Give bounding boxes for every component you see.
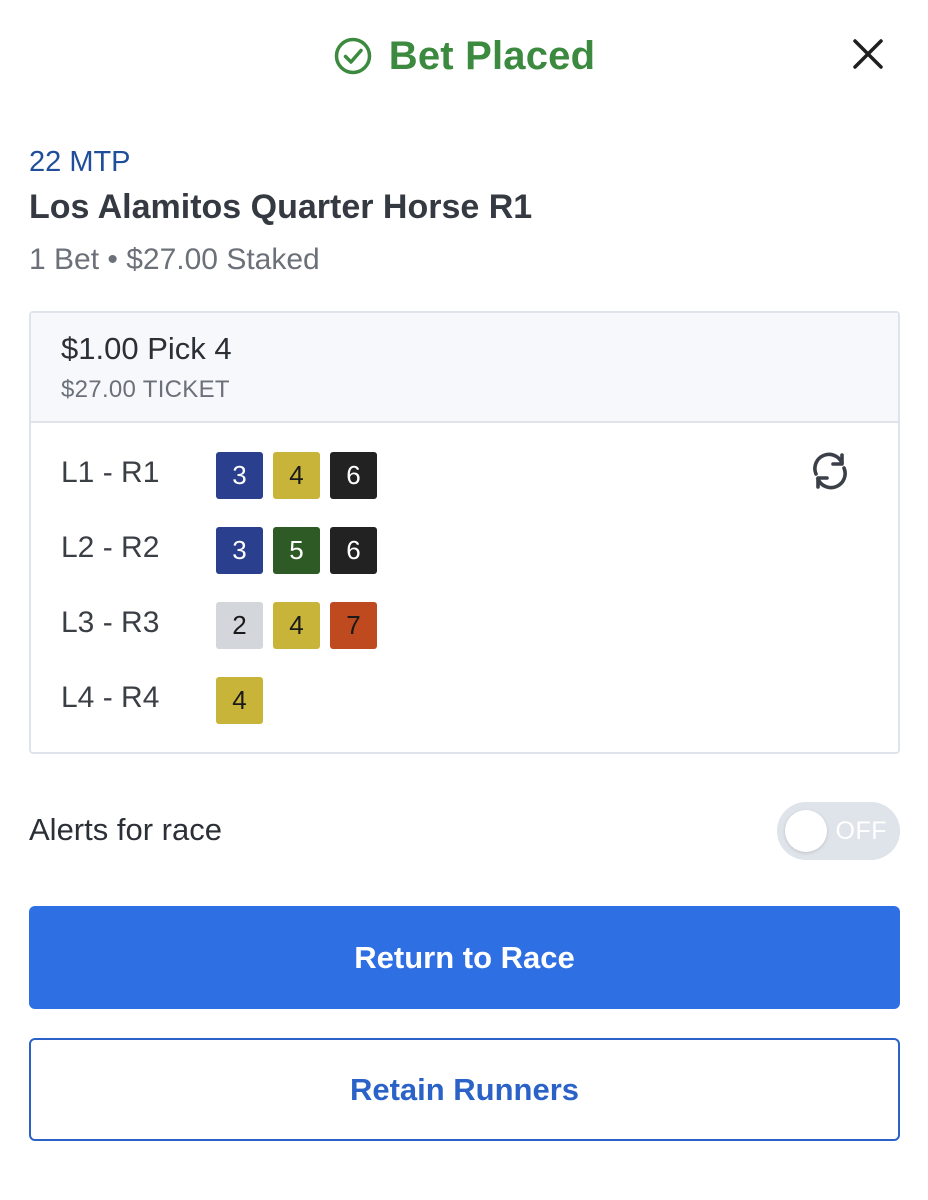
bet-confirmation-sheet: Bet Placed 22 MTP Los Alamitos Quarter H…	[0, 0, 928, 1200]
leg-runners: 2 4 7	[216, 602, 377, 649]
toggle-state-label: OFF	[835, 817, 887, 845]
close-button[interactable]	[848, 36, 888, 76]
leg-label: L3 - R3	[61, 606, 160, 639]
leg-runners: 3 5 6	[216, 527, 377, 574]
leg-label: L4 - R4	[61, 681, 160, 714]
runner-badge: 7	[330, 602, 377, 649]
leg-row-4: L4 - R4 4	[31, 677, 898, 725]
bet-card-header: $1.00 Pick 4 $27.00 TICKET	[31, 313, 898, 423]
close-icon	[851, 37, 885, 76]
header: Bet Placed	[0, 24, 928, 88]
retain-runners-button[interactable]: Retain Runners	[29, 1038, 900, 1141]
ticket-cost: $27.00 TICKET	[61, 376, 230, 403]
runner-badge: 2	[216, 602, 263, 649]
leg-label: L1 - R1	[61, 456, 160, 489]
runner-badge: 4	[216, 677, 263, 724]
race-name: Los Alamitos Quarter Horse R1	[29, 188, 533, 226]
bet-type: $1.00 Pick 4	[61, 331, 232, 366]
leg-label: L2 - R2	[61, 531, 160, 564]
alerts-toggle[interactable]: OFF	[777, 802, 900, 860]
runner-badge: 6	[330, 527, 377, 574]
page-title: Bet Placed	[388, 33, 596, 78]
leg-runners: 4	[216, 677, 263, 724]
runner-badge: 4	[273, 602, 320, 649]
leg-runners: 3 4 6	[216, 452, 377, 499]
return-to-race-button[interactable]: Return to Race	[29, 906, 900, 1009]
runner-badge: 5	[273, 527, 320, 574]
alerts-label: Alerts for race	[29, 812, 222, 847]
check-circle-icon	[333, 36, 373, 76]
leg-row-2: L2 - R2 3 5 6	[31, 527, 898, 575]
leg-row-3: L3 - R3 2 4 7	[31, 602, 898, 650]
minutes-to-post: 22 MTP	[29, 146, 131, 178]
bet-card: $1.00 Pick 4 $27.00 TICKET L1 - R1 3 4 6…	[29, 311, 900, 754]
race-summary: 1 Bet • $27.00 Staked	[29, 243, 320, 276]
runner-badge: 3	[216, 527, 263, 574]
runner-badge: 4	[273, 452, 320, 499]
leg-row-1: L1 - R1 3 4 6	[31, 452, 898, 500]
runner-badge: 6	[330, 452, 377, 499]
runner-badge: 3	[216, 452, 263, 499]
toggle-knob	[785, 810, 827, 852]
